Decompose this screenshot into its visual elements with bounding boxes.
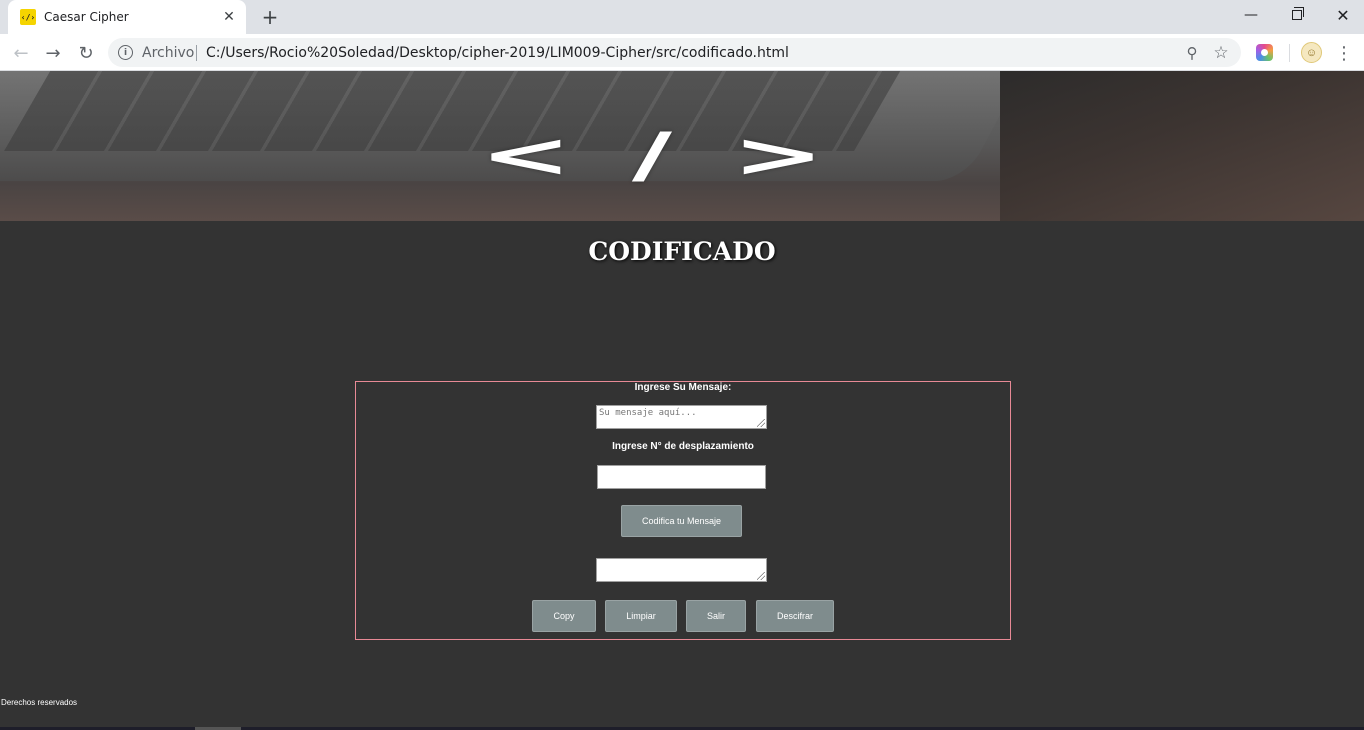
clear-button[interactable]: Limpiar	[605, 600, 677, 632]
hero-banner: </>	[0, 71, 1364, 221]
cipher-form: Ingrese Su Mensaje: Su mensaje aquí... I…	[355, 381, 1011, 640]
url-text[interactable]: C:/Users/Rocio%20Soledad/Desktop/cipher-…	[206, 45, 789, 61]
close-window-button[interactable]: ✕	[1320, 0, 1364, 30]
page-title: CODIFICADO	[588, 237, 776, 266]
browser-tab-strip: ‹/› Caesar Cipher ✕ + — ✕	[0, 0, 1364, 34]
forward-button[interactable]: →	[39, 39, 67, 67]
reload-icon: ↻	[78, 42, 94, 64]
resize-grip-icon[interactable]	[757, 572, 765, 580]
arrow-right-icon: →	[45, 42, 61, 64]
back-button[interactable]: ←	[7, 39, 35, 67]
decode-button[interactable]: Descifrar	[756, 600, 834, 632]
address-bar[interactable]: i Archivo C:/Users/Rocio%20Soledad/Deskt…	[108, 38, 1241, 67]
profile-avatar[interactable]: ☺	[1301, 42, 1322, 63]
page-body: </> CODIFICADO Ingrese Su Mensaje: Su me…	[0, 71, 1364, 730]
restore-window-button[interactable]	[1274, 0, 1320, 30]
browser-tab[interactable]: ‹/› Caesar Cipher ✕	[8, 0, 246, 34]
message-placeholder: Su mensaje aquí...	[599, 408, 697, 418]
message-textarea[interactable]: Su mensaje aquí...	[596, 405, 767, 429]
zoom-icon[interactable]: ⚲	[1183, 44, 1201, 62]
address-separator	[196, 45, 197, 61]
arrow-left-icon: ←	[13, 42, 29, 64]
resize-grip-icon[interactable]	[757, 419, 765, 427]
encode-button[interactable]: Codifica tu Mensaje	[621, 505, 742, 537]
minimize-window-button[interactable]: —	[1228, 0, 1274, 30]
copy-button[interactable]: Copy	[532, 600, 596, 632]
new-tab-button[interactable]: +	[258, 5, 282, 29]
code-favicon-icon: ‹/›	[20, 9, 36, 25]
footer-text: Derechos reservados	[1, 698, 78, 707]
restore-icon	[1292, 7, 1304, 20]
code-glyph-logo: </>	[479, 119, 885, 191]
reload-button[interactable]: ↻	[72, 39, 100, 67]
message-label: Ingrese Su Mensaje:	[634, 382, 732, 393]
scheme-label: Archivo	[142, 45, 195, 61]
toolbar-separator	[1289, 44, 1290, 62]
extension-icon[interactable]	[1256, 44, 1273, 61]
shift-input[interactable]	[597, 465, 766, 489]
browser-toolbar: ← → ↻ i Archivo C:/Users/Rocio%20Soledad…	[0, 34, 1364, 71]
output-textarea[interactable]	[596, 558, 767, 582]
exit-button[interactable]: Salir	[686, 600, 746, 632]
kebab-menu-icon[interactable]: ⋮	[1335, 41, 1353, 65]
close-tab-icon[interactable]: ✕	[220, 7, 238, 25]
info-icon[interactable]: i	[118, 45, 133, 60]
shift-label: Ingrese N° de desplazamiento	[612, 441, 754, 452]
tab-title: Caesar Cipher	[44, 10, 129, 24]
star-icon[interactable]: ☆	[1211, 43, 1231, 63]
